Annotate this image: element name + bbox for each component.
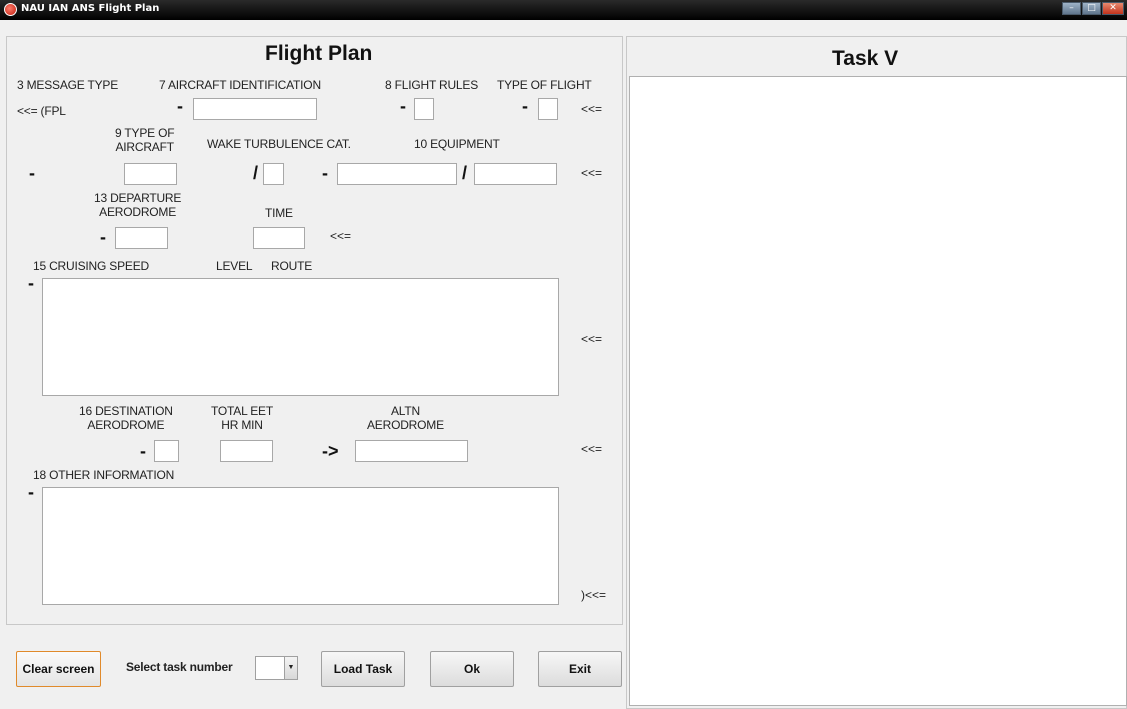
window-controls: – □ ✕ <box>1061 2 1124 15</box>
ok-button[interactable]: Ok <box>430 651 514 687</box>
aircraft-identification-label: 7 AIRCRAFT IDENTIFICATION <box>159 78 321 92</box>
aircraft-type-label: 9 TYPE OF AIRCRAFT <box>115 126 175 154</box>
departure-aerodrome-label: 13 DEPARTURE AERODROME <box>94 191 182 219</box>
altn-aerodrome-input[interactable] <box>355 440 468 462</box>
window-titlebar[interactable]: NAU IAN ANS Flight Plan – □ ✕ <box>0 0 1127 20</box>
type-of-flight-input[interactable] <box>538 98 558 120</box>
row-end-marker: <<= <box>581 332 603 346</box>
row-end-marker: <<= <box>581 102 603 116</box>
close-icon[interactable]: ✕ <box>1102 2 1124 15</box>
route-textarea[interactable] <box>42 278 559 396</box>
altn-aerodrome-label: ALTN AERODROME <box>367 404 444 432</box>
dropdown-arrow-icon[interactable]: ▼ <box>284 657 297 679</box>
destination-aerodrome-input[interactable] <box>154 440 179 462</box>
aircraft-type-input[interactable] <box>124 163 177 185</box>
last-row-end-marker: )<<= <box>581 588 607 602</box>
task-content-area[interactable] <box>629 76 1127 706</box>
destination-aerodrome-label: 16 DESTINATION AERODROME <box>79 404 173 432</box>
level-label: LEVEL <box>216 259 253 273</box>
task-title: Task V <box>832 47 899 70</box>
maximize-icon[interactable]: □ <box>1082 2 1101 15</box>
other-information-label: 18 OTHER INFORMATION <box>33 468 175 482</box>
select-task-label: Select task number <box>126 660 233 674</box>
flight-plan-title: Flight Plan <box>265 42 373 65</box>
dash-separator: - <box>28 273 34 293</box>
equipment-input[interactable] <box>337 163 457 185</box>
wake-turbulence-label: WAKE TURBULENCE CAT. <box>207 137 351 151</box>
dash-separator: - <box>400 96 406 116</box>
altn-arrow: -> <box>322 441 339 461</box>
flight-rules-label: 8 FLIGHT RULES <box>385 78 479 92</box>
route-label: ROUTE <box>271 259 313 273</box>
row-end-marker: <<= <box>581 166 603 180</box>
dash-separator: - <box>522 96 528 116</box>
fpl-prefix: <<= (FPL <box>17 104 66 118</box>
aircraft-identification-input[interactable] <box>193 98 317 120</box>
flight-rules-input[interactable] <box>414 98 434 120</box>
dash-separator: - <box>140 441 146 461</box>
slash-separator: / <box>462 163 468 183</box>
row-end-marker: <<= <box>330 229 352 243</box>
departure-aerodrome-input[interactable] <box>115 227 168 249</box>
type-of-flight-label: TYPE OF FLIGHT <box>497 78 592 92</box>
exit-button[interactable]: Exit <box>538 651 622 687</box>
app-circle-icon <box>4 3 17 16</box>
cruising-speed-label: 15 CRUISING SPEED <box>33 259 149 273</box>
total-eet-input[interactable] <box>220 440 273 462</box>
task-number-select[interactable]: ▼ <box>255 656 298 680</box>
dash-separator: - <box>29 163 35 183</box>
window-title: NAU IAN ANS Flight Plan <box>21 3 160 14</box>
clear-screen-button[interactable]: Clear screen <box>16 651 101 687</box>
minimize-icon[interactable]: – <box>1062 2 1081 15</box>
dash-separator: - <box>322 163 328 183</box>
load-task-button[interactable]: Load Task <box>321 651 405 687</box>
time-label: TIME <box>265 206 293 220</box>
dash-separator: - <box>100 227 106 247</box>
total-eet-label: TOTAL EET HR MIN <box>211 404 273 432</box>
row-end-marker: <<= <box>581 442 603 456</box>
dash-separator: - <box>28 482 34 502</box>
slash-separator: / <box>253 163 259 183</box>
equipment-secondary-input[interactable] <box>474 163 557 185</box>
message-type-label: 3 MESSAGE TYPE <box>17 78 119 92</box>
time-input[interactable] <box>253 227 305 249</box>
equipment-label: 10 EQUIPMENT <box>414 137 500 151</box>
dash-separator: - <box>177 96 183 116</box>
other-information-textarea[interactable] <box>42 487 559 605</box>
wake-turbulence-input[interactable] <box>263 163 284 185</box>
